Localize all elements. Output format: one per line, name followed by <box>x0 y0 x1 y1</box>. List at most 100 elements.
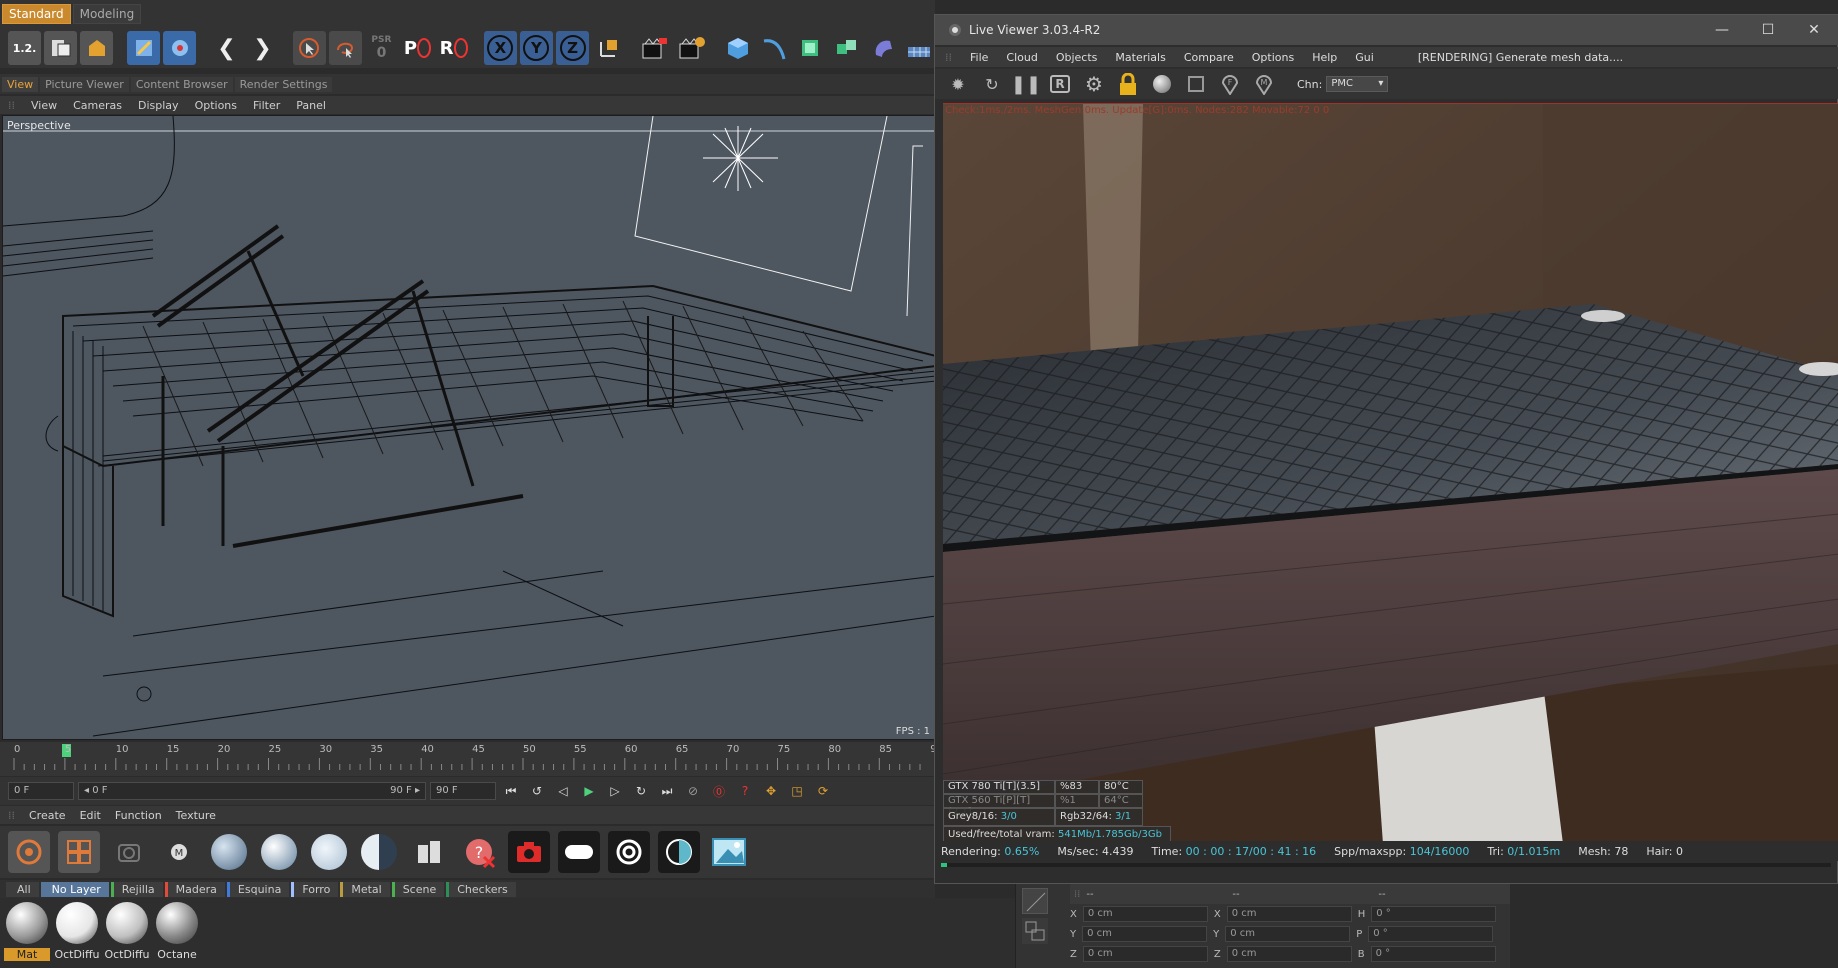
frame-range-slider[interactable]: ◂ 0 F 90 F ▸ <box>78 782 426 800</box>
nurbs-icon[interactable] <box>794 31 827 65</box>
lv-menu-gui[interactable]: Gui <box>1355 51 1374 64</box>
z-axis-lock-button[interactable]: Z <box>556 31 590 65</box>
close-icon[interactable]: ✕ <box>1791 15 1837 45</box>
current-frame-field[interactable]: 0 F <box>8 782 74 800</box>
layout-tab-modeling[interactable]: Modeling <box>72 4 142 24</box>
material-menu-create[interactable]: Create <box>29 809 66 822</box>
layer-tab-rejilla[interactable]: Rejilla <box>110 881 163 897</box>
y-axis-lock-button[interactable]: Y <box>519 31 553 65</box>
step-back-icon[interactable]: ◁ <box>552 780 574 802</box>
viewport-menu-cameras[interactable]: Cameras <box>73 99 122 112</box>
maximize-icon[interactable]: ☐ <box>1745 15 1791 45</box>
glossy-material-icon[interactable] <box>258 831 300 873</box>
lasso-select-icon[interactable] <box>328 31 362 65</box>
material-item[interactable]: Mat <box>4 900 50 966</box>
environment-icon[interactable] <box>658 831 700 873</box>
layer-tab-no-layer[interactable]: No Layer <box>40 881 109 897</box>
layer-tab-forro[interactable]: Forro <box>291 881 339 897</box>
snapshot-camera-icon[interactable] <box>508 831 550 873</box>
missing-texture-icon[interactable]: ? <box>458 831 500 873</box>
coordinate-value-field[interactable]: 0 cm <box>1225 926 1351 942</box>
viewport-menu-view[interactable]: View <box>31 99 57 112</box>
pick-focus-icon[interactable]: F <box>1217 71 1243 97</box>
layout-tab-standard[interactable]: Standard <box>2 4 71 24</box>
send-scene-icon[interactable]: ✹ <box>945 71 971 97</box>
viewport-menu-filter[interactable]: Filter <box>253 99 280 112</box>
lv-menu-materials[interactable]: Materials <box>1115 51 1165 64</box>
back-arrow-icon[interactable]: ❮ <box>210 31 243 65</box>
viewport-menu-options[interactable]: Options <box>195 99 237 112</box>
tab-content-browser[interactable]: Content Browser <box>130 76 233 92</box>
tab-picture-viewer[interactable]: Picture Viewer <box>40 76 129 92</box>
end-frame-field[interactable]: 90 F <box>430 782 496 800</box>
region-render-icon[interactable]: R <box>1047 71 1073 97</box>
coordinate-value-field[interactable]: 0 cm <box>1082 906 1208 922</box>
coordinate-value-field[interactable]: 0 ° <box>1368 926 1494 942</box>
redo-icon[interactable] <box>44 31 78 65</box>
portal-material-icon[interactable] <box>408 831 450 873</box>
channel-dropdown[interactable]: PMC ▾ <box>1326 76 1389 92</box>
material-menu-edit[interactable]: Edit <box>80 809 101 822</box>
live-viewer-icon[interactable] <box>708 831 750 873</box>
psr-toggle[interactable]: PSR 0 <box>365 31 398 65</box>
play-icon[interactable]: ▶ <box>578 780 600 802</box>
lock-icon[interactable] <box>1115 71 1141 97</box>
coordinate-value-field[interactable]: 0 ° <box>1371 906 1497 922</box>
undo-history-icon[interactable]: 1.2. <box>8 31 42 65</box>
lv-menu-cloud[interactable]: Cloud <box>1006 51 1037 64</box>
render-view-icon[interactable] <box>639 31 672 65</box>
coordinate-mode-icon[interactable] <box>1022 888 1048 914</box>
minimize-icon[interactable]: — <box>1699 15 1745 45</box>
coordinate-system-icon[interactable] <box>592 31 625 65</box>
light-object-icon[interactable] <box>558 831 600 873</box>
coordinate-value-field[interactable]: 0 cm <box>1226 906 1352 922</box>
render-to-picture-viewer-icon[interactable] <box>675 31 708 65</box>
position-lock-button[interactable]: P <box>401 31 434 65</box>
lv-menu-file[interactable]: File <box>970 51 988 64</box>
clay-mode-icon[interactable] <box>1183 71 1209 97</box>
x-axis-lock-button[interactable]: X <box>483 31 517 65</box>
coordinate-value-field[interactable]: 0 cm <box>1082 926 1208 942</box>
coordinate-value-field[interactable]: 0 ° <box>1370 946 1496 962</box>
material-item[interactable]: OctDiffu <box>54 900 100 966</box>
lv-menu-help[interactable]: Help <box>1312 51 1337 64</box>
specular-material-icon[interactable] <box>308 831 350 873</box>
timeline-ruler[interactable]: 05101520253035404550556065707580859 <box>0 742 937 776</box>
floor-icon[interactable] <box>902 31 935 65</box>
layer-tab-all[interactable]: All <box>6 881 39 897</box>
select-cursor-icon[interactable] <box>292 31 326 65</box>
rotation-lock-button[interactable]: R <box>437 31 470 65</box>
tab-view[interactable]: View <box>2 76 39 92</box>
record-scale-icon[interactable]: ◳ <box>786 780 808 802</box>
record-keys-icon[interactable]: ⊘ <box>682 780 704 802</box>
go-to-start-icon[interactable]: ⏮ <box>500 780 522 802</box>
settings-gear-icon[interactable]: ⚙ <box>1081 71 1107 97</box>
go-to-end-icon[interactable]: ⏭ <box>656 780 678 802</box>
target-light-icon[interactable] <box>608 831 650 873</box>
viewport-menu-display[interactable]: Display <box>138 99 179 112</box>
lv-menu-compare[interactable]: Compare <box>1184 51 1234 64</box>
layer-tab-checkers[interactable]: Checkers <box>446 881 516 897</box>
octane-daylight-icon[interactable]: M <box>158 831 200 873</box>
keyframe-selection-icon[interactable]: ? <box>734 780 756 802</box>
coordinate-object-icon[interactable] <box>1022 918 1048 944</box>
live-selection-icon[interactable] <box>126 31 161 65</box>
material-preview-icon[interactable] <box>1149 71 1175 97</box>
coordinate-value-field[interactable]: 0 cm <box>1226 946 1352 962</box>
spline-icon[interactable] <box>758 31 791 65</box>
viewport-menu-panel[interactable]: Panel <box>296 99 326 112</box>
coordinate-value-field[interactable]: 0 cm <box>1082 946 1208 962</box>
record-rotation-icon[interactable]: ⟳ <box>812 780 834 802</box>
make-editable-icon[interactable] <box>80 31 114 65</box>
lv-menu-objects[interactable]: Objects <box>1056 51 1098 64</box>
camera-tool-icon[interactable] <box>163 31 197 65</box>
previous-key-icon[interactable]: ↺ <box>526 780 548 802</box>
material-menu-texture[interactable]: Texture <box>176 809 216 822</box>
layer-tab-metal[interactable]: Metal <box>340 881 390 897</box>
layer-tab-scene[interactable]: Scene <box>391 881 445 897</box>
perspective-viewport[interactable]: Perspective FPS : 1 <box>2 115 935 740</box>
lv-menu-options[interactable]: Options <box>1252 51 1294 64</box>
deformer-icon[interactable] <box>866 31 899 65</box>
autokey-icon[interactable]: ⓪ <box>708 780 730 802</box>
mix-material-icon[interactable] <box>358 831 400 873</box>
